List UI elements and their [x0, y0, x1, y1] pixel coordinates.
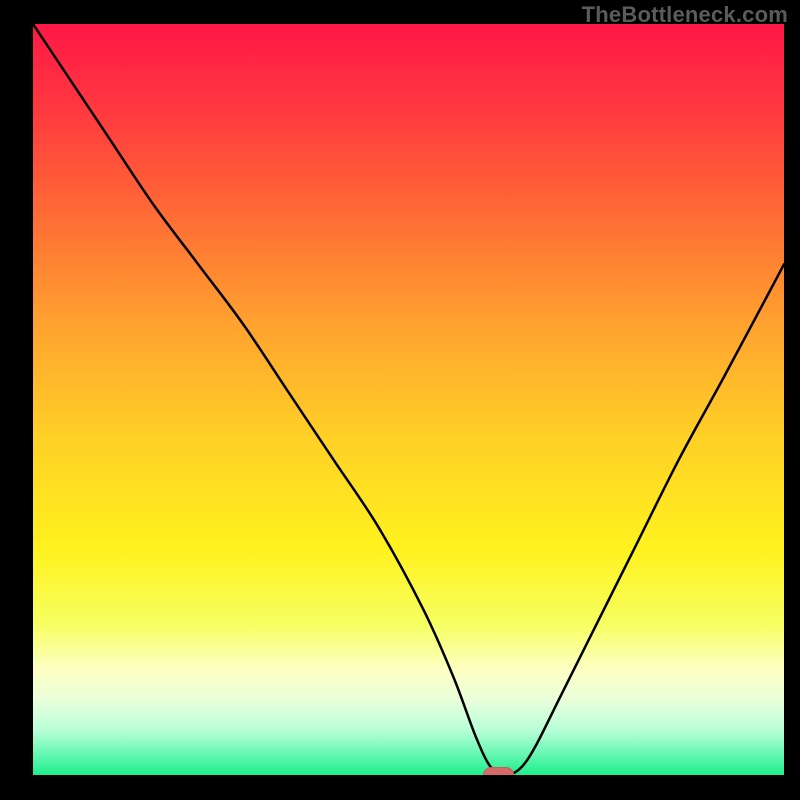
bottleneck-chart [33, 24, 784, 775]
optimum-marker [484, 767, 514, 775]
chart-background [33, 24, 784, 775]
chart-svg [33, 24, 784, 775]
